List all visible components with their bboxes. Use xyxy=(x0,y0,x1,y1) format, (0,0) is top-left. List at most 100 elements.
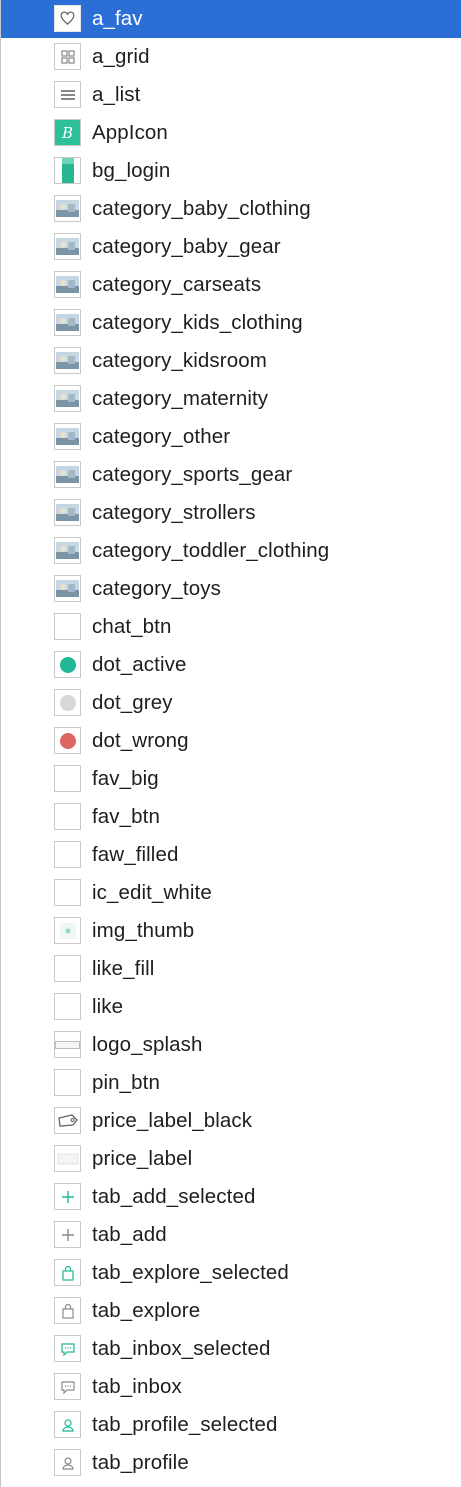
photo-thumbnail-icon xyxy=(54,309,81,336)
asset-row[interactable]: tab_profile xyxy=(1,1444,461,1482)
person-icon xyxy=(54,1449,81,1476)
photo-thumbnail-icon xyxy=(54,347,81,374)
asset-name-label: a_fav xyxy=(92,7,143,30)
asset-row[interactable]: price_label_black xyxy=(1,1102,461,1140)
asset-row[interactable]: category_other xyxy=(1,418,461,456)
bg-login-icon xyxy=(54,157,81,184)
asset-row[interactable]: category_carseats xyxy=(1,266,461,304)
asset-row[interactable]: price_label xyxy=(1,1140,461,1178)
photo-thumbnail-icon xyxy=(54,233,81,260)
logo-splash-icon xyxy=(54,1031,81,1058)
asset-row[interactable]: category_sports_gear xyxy=(1,456,461,494)
asset-name-label: category_kidsroom xyxy=(92,349,267,372)
asset-name-label: ic_edit_white xyxy=(92,881,212,904)
asset-row[interactable]: fav_btn xyxy=(1,798,461,836)
asset-name-label: faw_filled xyxy=(92,843,179,866)
blank-icon xyxy=(54,993,81,1020)
photo-thumbnail-icon xyxy=(54,575,81,602)
asset-name-label: category_baby_clothing xyxy=(92,197,311,220)
asset-row[interactable]: category_toddler_clothing xyxy=(1,532,461,570)
price-label-icon xyxy=(54,1145,81,1172)
asset-name-label: tab_add xyxy=(92,1223,167,1246)
asset-row[interactable]: like xyxy=(1,988,461,1026)
asset-row[interactable]: faw_filled xyxy=(1,836,461,874)
asset-row[interactable]: tab_add_selected xyxy=(1,1178,461,1216)
asset-row[interactable]: tab_inbox xyxy=(1,1368,461,1406)
asset-name-label: category_baby_gear xyxy=(92,235,281,258)
asset-row[interactable]: tab_explore_selected xyxy=(1,1254,461,1292)
asset-name-label: tab_explore xyxy=(92,1299,201,1322)
grid-icon xyxy=(54,43,81,70)
asset-name-label: dot_wrong xyxy=(92,729,189,752)
asset-row[interactable]: category_strollers xyxy=(1,494,461,532)
price-tag-icon xyxy=(54,1107,81,1134)
asset-name-label: AppIcon xyxy=(92,121,168,144)
asset-name-label: tab_profile_selected xyxy=(92,1413,278,1436)
asset-name-label: logo_splash xyxy=(92,1033,203,1056)
asset-row[interactable]: category_toys xyxy=(1,570,461,608)
blank-icon xyxy=(54,879,81,906)
photo-thumbnail-icon xyxy=(54,423,81,450)
asset-row[interactable]: a_fav xyxy=(1,0,461,38)
asset-row[interactable]: dot_wrong xyxy=(1,722,461,760)
asset-name-label: category_kids_clothing xyxy=(92,311,303,334)
asset-name-label: tab_explore_selected xyxy=(92,1261,289,1284)
asset-row[interactable]: category_kidsroom xyxy=(1,342,461,380)
image-thumb-icon xyxy=(54,917,81,944)
asset-row[interactable]: dot_grey xyxy=(1,684,461,722)
asset-row[interactable]: logo_splash xyxy=(1,1026,461,1064)
asset-name-label: category_toddler_clothing xyxy=(92,539,330,562)
blank-icon xyxy=(54,765,81,792)
asset-row[interactable]: like_fill xyxy=(1,950,461,988)
asset-name-label: dot_grey xyxy=(92,691,173,714)
blank-icon xyxy=(54,841,81,868)
asset-row[interactable]: B AppIcon xyxy=(1,114,461,152)
plus-icon xyxy=(54,1183,81,1210)
asset-row[interactable]: a_grid xyxy=(1,38,461,76)
asset-row[interactable]: category_baby_gear xyxy=(1,228,461,266)
asset-name-label: img_thumb xyxy=(92,919,195,942)
photo-thumbnail-icon xyxy=(54,461,81,488)
asset-row[interactable]: ic_edit_white xyxy=(1,874,461,912)
asset-row[interactable]: bg_login xyxy=(1,152,461,190)
svg-text:B: B xyxy=(61,124,73,142)
blank-icon xyxy=(54,1069,81,1096)
asset-name-label: fav_btn xyxy=(92,805,160,828)
blank-icon xyxy=(54,955,81,982)
list-icon xyxy=(54,81,81,108)
bag-icon xyxy=(54,1259,81,1286)
asset-row[interactable]: a_list xyxy=(1,76,461,114)
asset-row[interactable]: category_maternity xyxy=(1,380,461,418)
asset-catalog-panel: a_fav a_grid a_list B AppIcon bg_logincategor… xyxy=(0,0,461,1487)
asset-name-label: tab_inbox_selected xyxy=(92,1337,271,1360)
asset-row[interactable]: tab_inbox_selected xyxy=(1,1330,461,1368)
asset-row[interactable]: chat_btn xyxy=(1,608,461,646)
asset-row[interactable]: tab_explore xyxy=(1,1292,461,1330)
heart-outline-icon xyxy=(54,5,81,32)
asset-row[interactable]: tab_add xyxy=(1,1216,461,1254)
asset-name-label: category_maternity xyxy=(92,387,269,410)
photo-thumbnail-icon xyxy=(54,271,81,298)
asset-row[interactable]: category_kids_clothing xyxy=(1,304,461,342)
asset-name-label: category_toys xyxy=(92,577,221,600)
bag-icon xyxy=(54,1297,81,1324)
plus-icon xyxy=(54,1221,81,1248)
asset-name-label: bg_login xyxy=(92,159,171,182)
dot-icon xyxy=(54,651,81,678)
asset-row[interactable]: fav_big xyxy=(1,760,461,798)
asset-name-label: fav_big xyxy=(92,767,159,790)
asset-row[interactable]: img_thumb xyxy=(1,912,461,950)
person-icon xyxy=(54,1411,81,1438)
asset-name-label: like xyxy=(92,995,124,1018)
asset-name-label: category_carseats xyxy=(92,273,262,296)
dot-icon xyxy=(54,727,81,754)
blank-icon xyxy=(54,613,81,640)
asset-row[interactable]: category_baby_clothing xyxy=(1,190,461,228)
asset-row[interactable]: pin_btn xyxy=(1,1064,461,1102)
asset-list: a_fav a_grid a_list B AppIcon bg_logincategor… xyxy=(1,0,461,1482)
asset-row[interactable]: dot_active xyxy=(1,646,461,684)
asset-name-label: category_sports_gear xyxy=(92,463,293,486)
asset-row[interactable]: tab_profile_selected xyxy=(1,1406,461,1444)
asset-name-label: tab_profile xyxy=(92,1451,189,1474)
asset-name-label: category_other xyxy=(92,425,231,448)
